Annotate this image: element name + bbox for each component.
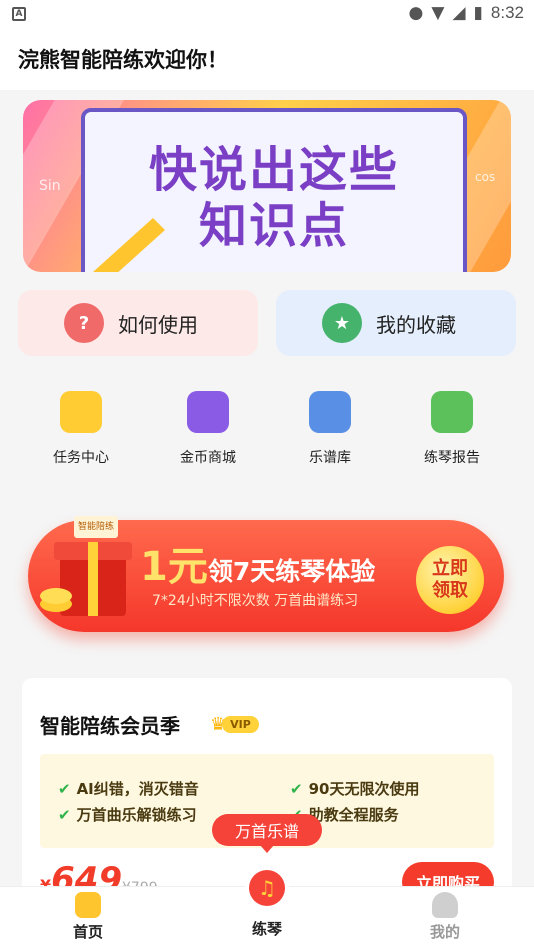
benefit-text: 万首曲乐解锁练习 [76, 806, 197, 824]
shop-bag-icon [187, 391, 229, 433]
check-icon: ✔ [58, 806, 71, 824]
check-icon: ✔ [58, 780, 71, 798]
grid-item-coin-shop[interactable]: 金币商城 [148, 385, 268, 467]
vip-badge: ♛ VIP [210, 714, 259, 735]
banner-line-1: 快说出这些 [148, 142, 399, 198]
my-favorites-button[interactable]: ★ 我的收藏 [276, 290, 516, 356]
app-header: 浣熊智能陪练欢迎你！ [0, 28, 534, 90]
promo-headline: 1元领7天练琴体验 [140, 534, 375, 592]
trial-promo-banner[interactable]: 智能陪练 1元领7天练琴体验 7*24小时不限次数 万首曲谱练习 立即领取 [28, 516, 504, 632]
grid-label: 练琴报告 [424, 450, 480, 466]
banner-decor-right: cos [475, 170, 496, 184]
signal-icon: ◢ [452, 3, 466, 23]
my-favorites-label: 我的收藏 [376, 312, 456, 337]
tab-home[interactable]: 首页 [38, 887, 138, 942]
grid-item-task-center[interactable]: 任务中心 [21, 385, 141, 467]
question-icon: ? [64, 303, 104, 343]
membership-title: 智能陪练会员季 [40, 714, 180, 738]
benefit-text: 助教全程服务 [308, 806, 399, 824]
check-icon: ✔ [290, 780, 303, 798]
status-icons: ● ▼ ◢ ▮ 8:32 [409, 3, 524, 23]
grid-label: 金币商城 [180, 450, 236, 466]
practice-tab-button[interactable]: ♫ [245, 866, 289, 910]
location-icon: ● [408, 3, 424, 23]
tab-label: 练琴 [251, 920, 282, 938]
tab-profile[interactable]: 我的 [395, 887, 495, 942]
sheet-music-tooltip[interactable]: 万首乐谱 [212, 814, 322, 853]
banner[interactable]: 快说出这些 知识点 Sin cos [23, 100, 511, 272]
promo-text: 领7天练琴体验 [207, 557, 376, 586]
banner-decor-left: Sin [39, 178, 61, 194]
task-icon [60, 391, 102, 433]
book-icon [309, 391, 351, 433]
benefit-text: 90天无限次使用 [308, 780, 420, 798]
claim-now-label: 立即领取 [432, 558, 468, 601]
grid-label: 乐谱库 [309, 450, 351, 466]
page-title: 浣熊智能陪练欢迎你！ [18, 48, 228, 72]
benefit-item: ✔ 万首曲乐解锁练习 [58, 804, 197, 825]
pencil-icon [93, 218, 165, 272]
vip-tag: VIP [222, 716, 259, 733]
tab-label: 首页 [72, 923, 103, 941]
claim-now-button[interactable]: 立即领取 [416, 546, 484, 614]
promo-subtitle: 7*24小时不限次数 万首曲谱练习 [152, 593, 359, 609]
tab-label: 我的 [429, 923, 460, 941]
how-to-use-button[interactable]: ? 如何使用 [18, 290, 258, 356]
benefit-item: ✔ AI纠错，消灭错音 [58, 778, 199, 799]
promo-price: 1元 [140, 544, 208, 590]
report-icon [431, 391, 473, 433]
star-icon: ★ [322, 303, 362, 343]
how-to-use-label: 如何使用 [118, 312, 198, 337]
grid-label: 任务中心 [53, 450, 109, 466]
gift-tag: 智能陪练 [78, 522, 115, 532]
notification-icon: A [12, 7, 26, 21]
battery-icon: ▮ [473, 3, 483, 23]
music-note-icon: ♫ [249, 870, 285, 906]
wifi-icon: ▼ [431, 3, 445, 23]
benefit-text: AI纠错，消灭错音 [76, 780, 199, 798]
feature-grid: 任务中心 金币商城 乐谱库 练琴报告 [0, 385, 534, 475]
benefit-item: ✔ 90天无限次使用 [290, 778, 419, 799]
status-bar: A ● ▼ ◢ ▮ 8:32 [0, 0, 534, 28]
profile-icon [432, 892, 458, 918]
grid-item-sheet-library[interactable]: 乐谱库 [270, 385, 390, 467]
grid-item-practice-report[interactable]: 练琴报告 [392, 385, 512, 467]
clock: 8:32 [490, 3, 524, 22]
home-icon [75, 892, 101, 918]
